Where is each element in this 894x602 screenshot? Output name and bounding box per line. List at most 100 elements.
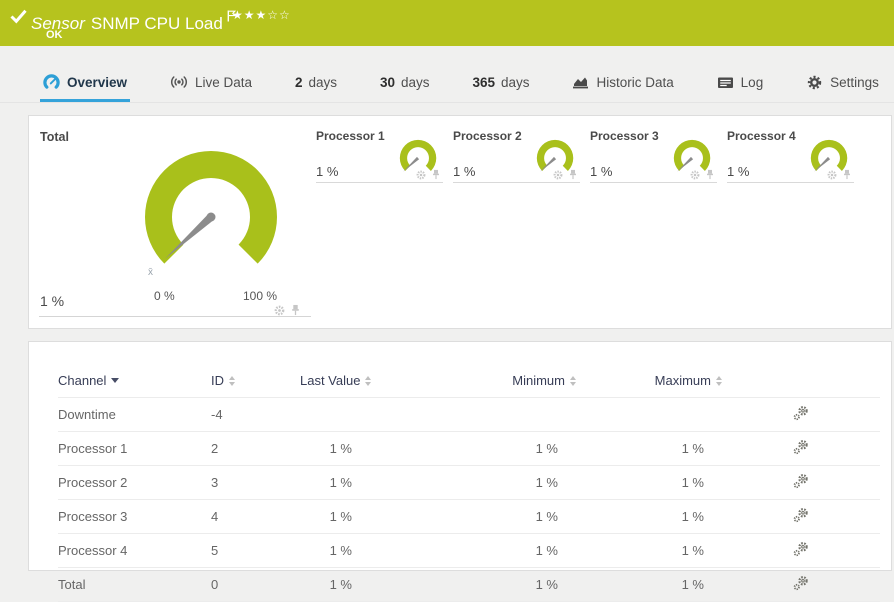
channel-minimum: 1 %: [370, 432, 576, 466]
gauge-cell-processor-1: Processor 1 1 %: [316, 117, 443, 183]
channel-name: Processor 2: [58, 466, 211, 500]
channel-minimum: 1 %: [370, 500, 576, 534]
channel-last-value: [300, 398, 370, 432]
sensor-status-badge: OK: [46, 29, 63, 41]
gauge-label: Processor 4: [727, 129, 796, 143]
channel-settings-gears-icon[interactable]: [793, 507, 809, 523]
gauge-label: Processor 2: [453, 129, 522, 143]
gauge-settings-gear-icon[interactable]: [416, 170, 426, 180]
gauge-mean-marker: x̄: [148, 267, 153, 278]
sort-icon: [229, 376, 235, 386]
channel-last-value: 1 %: [300, 500, 370, 534]
channel-maximum: 1 %: [576, 568, 722, 602]
channel-settings-gears-icon[interactable]: [793, 541, 809, 557]
sensor-header: SensorSNMP CPU Load ★★★☆☆ OK: [0, 0, 894, 46]
tab-settings[interactable]: Settings: [803, 62, 882, 102]
table-row-downtime: Downtime -4: [58, 398, 880, 432]
processor-gauges: Processor 1 1 % Processor 2 1 %: [316, 117, 854, 183]
gauge-cell-processor-4: Processor 4 1 %: [727, 117, 854, 183]
table-row-total: Total 0 1 % 1 % 1 %: [58, 568, 880, 602]
channel-maximum: 1 %: [576, 534, 722, 568]
sort-desc-icon: [111, 378, 119, 383]
sort-icon: [716, 376, 722, 386]
channel-id: -4: [211, 398, 300, 432]
channel-settings-gears-icon[interactable]: [793, 405, 809, 421]
tab-overview[interactable]: Overview: [40, 62, 130, 102]
sensor-name: SNMP CPU Load: [91, 14, 223, 33]
table-header-row: Channel ID Last Value Minimum Maximum: [58, 373, 880, 398]
column-header-channel[interactable]: Channel: [58, 373, 211, 398]
channel-settings-gears-icon[interactable]: [793, 473, 809, 489]
gauge-value: 1 %: [453, 164, 475, 179]
column-header-minimum[interactable]: Minimum: [370, 373, 576, 398]
channel-id: 5: [211, 534, 300, 568]
gauge-cell-processor-2: Processor 2 1 %: [453, 117, 580, 183]
column-header-maximum[interactable]: Maximum: [576, 373, 722, 398]
gear-icon: [806, 74, 823, 91]
tab-365-days[interactable]: 365 days: [469, 62, 532, 102]
column-header-settings: [722, 373, 880, 398]
gauge-value: 1 %: [727, 164, 749, 179]
channels-table: Channel ID Last Value Minimum Maximum Do…: [58, 373, 880, 602]
tab-live-data[interactable]: Live Data: [167, 62, 255, 102]
priority-stars[interactable]: ★★★☆☆: [232, 8, 291, 22]
cell-separator: [39, 316, 311, 317]
live-data-icon: [170, 74, 188, 90]
gauge-value: 1 %: [316, 164, 338, 179]
channel-settings-gears-icon[interactable]: [793, 439, 809, 455]
log-icon: [717, 75, 734, 90]
table-row-processor-4: Processor 4 5 1 % 1 % 1 %: [58, 534, 880, 568]
channel-name: Total: [58, 568, 211, 602]
gauge-settings-gear-icon[interactable]: [553, 170, 563, 180]
gauge-pin-icon[interactable]: [568, 169, 578, 180]
column-header-id[interactable]: ID: [211, 373, 300, 398]
gauge-arc: [537, 140, 573, 171]
gauge-label: Total: [40, 130, 69, 144]
channel-id: 4: [211, 500, 300, 534]
channel-id: 3: [211, 466, 300, 500]
gauge-cell-processor-3: Processor 3 1 %: [590, 117, 717, 183]
gauge-pin-icon[interactable]: [842, 169, 852, 180]
channel-maximum: [576, 398, 722, 432]
table-row-processor-1: Processor 1 2 1 % 1 % 1 %: [58, 432, 880, 466]
channel-minimum: [370, 398, 576, 432]
sort-icon: [570, 376, 576, 386]
column-header-last-value[interactable]: Last Value: [300, 373, 370, 398]
table-row-processor-2: Processor 2 3 1 % 1 % 1 %: [58, 466, 880, 500]
channels-panel: Channel ID Last Value Minimum Maximum Do…: [28, 341, 892, 571]
sort-icon: [365, 376, 371, 386]
channel-minimum: 1 %: [370, 568, 576, 602]
gauge-label: Processor 1: [316, 129, 385, 143]
channel-last-value: 1 %: [300, 568, 370, 602]
channel-name: Processor 4: [58, 534, 211, 568]
channel-name: Processor 1: [58, 432, 211, 466]
gauge-needle-hub: [207, 213, 216, 222]
gauges-panel: Total x̄ 0 % 100 % 1 % Processor 1: [28, 115, 892, 329]
gauge-pin-icon[interactable]: [290, 304, 301, 316]
gauge-icon: [43, 74, 60, 91]
tab-log[interactable]: Log: [714, 62, 767, 102]
gauge-value: 1 %: [40, 293, 64, 309]
gauge-pin-icon[interactable]: [705, 169, 715, 180]
channel-name: Processor 3: [58, 500, 211, 534]
total-gauge: x̄: [126, 147, 296, 297]
tab-bar: Overview Live Data 2 days 30 days 365 da…: [0, 62, 894, 103]
channel-maximum: 1 %: [576, 466, 722, 500]
tab-historic-data[interactable]: Historic Data: [569, 62, 676, 102]
tab-2-days[interactable]: 2 days: [292, 62, 340, 102]
gauge-settings-gear-icon[interactable]: [827, 170, 837, 180]
status-ok-check-icon: [10, 9, 27, 27]
channel-minimum: 1 %: [370, 466, 576, 500]
gauge-pin-icon[interactable]: [431, 169, 441, 180]
channel-id: 0: [211, 568, 300, 602]
gauge-arc: [400, 140, 436, 171]
channel-settings-gears-icon[interactable]: [793, 575, 809, 591]
gauge-value: 1 %: [590, 164, 612, 179]
table-row-processor-3: Processor 3 4 1 % 1 % 1 %: [58, 500, 880, 534]
gauge-scale-max: 100 %: [243, 289, 277, 303]
gauge-scale-min: 0 %: [154, 289, 175, 303]
tab-30-days[interactable]: 30 days: [377, 62, 433, 102]
gauge-settings-gear-icon[interactable]: [274, 305, 285, 316]
area-chart-icon: [572, 74, 589, 90]
gauge-settings-gear-icon[interactable]: [690, 170, 700, 180]
